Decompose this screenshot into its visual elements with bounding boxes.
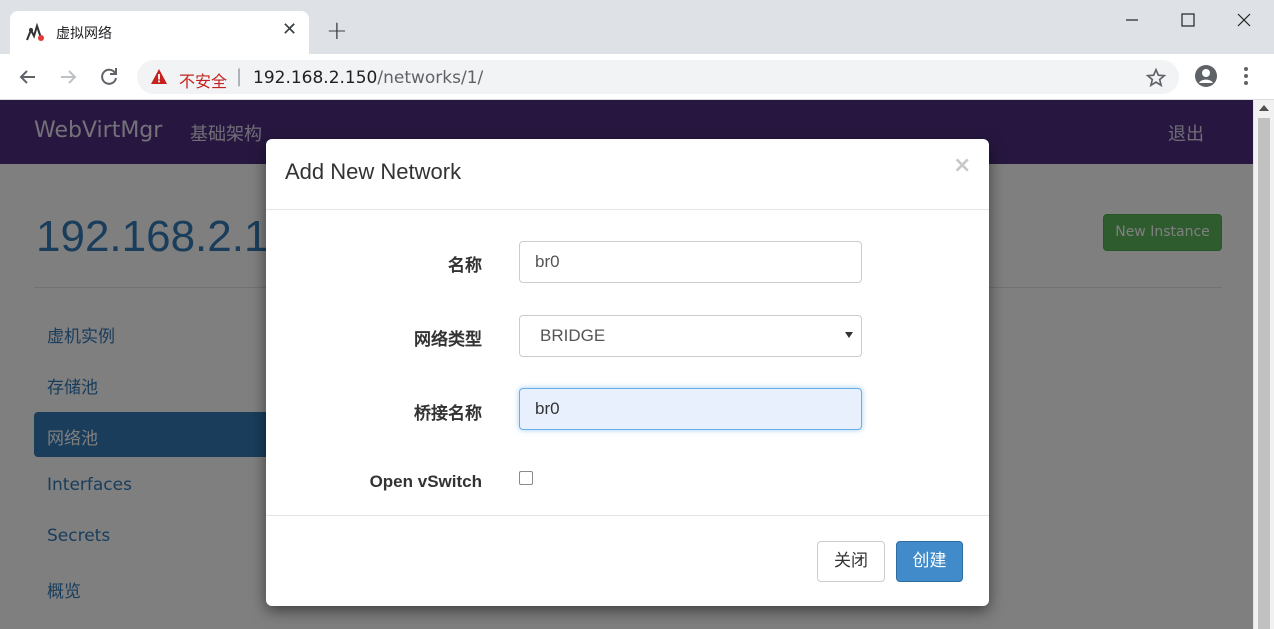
tab-close-icon[interactable]: ✕ [282,20,297,40]
name-label: 名称 [448,256,482,275]
modal-title: Add New Network [285,159,462,184]
url-text: 192.168.2.150/networks/1/ [253,68,483,88]
bookmark-star-icon[interactable] [1145,67,1167,89]
forward-arrow-icon[interactable] [56,65,80,89]
modal-header: Add New Network × [266,139,989,210]
url-host: 192.168.2.150 [253,68,378,88]
network-type-label: 网络类型 [414,330,482,349]
webvirtmgr-favicon-icon [26,22,44,41]
select-caret-icon [845,332,853,338]
network-type-selected-value: BRIDGE [540,326,606,345]
close-button[interactable]: 关闭 [817,541,885,582]
window-maximize-button[interactable] [1178,10,1198,30]
scroll-up-arrow-icon[interactable] [1259,105,1269,111]
reload-icon[interactable] [97,65,121,89]
browser-tab[interactable]: 虚拟网络 ✕ [10,11,309,54]
window-close-button[interactable] [1234,10,1254,30]
security-status-label[interactable]: 不安全 [179,68,227,92]
browser-tab-bar: 虚拟网络 ✕ + [0,0,1274,54]
back-arrow-icon[interactable] [16,65,40,89]
account-icon[interactable] [1194,64,1218,88]
scrollbar-thumb[interactable] [1258,118,1270,629]
warning-triangle-icon [151,69,167,84]
network-type-select[interactable]: BRIDGE [519,315,862,357]
create-button[interactable]: 创建 [896,541,963,582]
modal-footer: 关闭 创建 [266,515,989,606]
page-scrollbar[interactable] [1253,100,1274,629]
url-path: /networks/1/ [377,68,484,88]
address-bar[interactable]: 不安全 | 192.168.2.150/networks/1/ [137,60,1179,94]
network-name-input[interactable]: br0 [519,241,862,283]
open-vswitch-checkbox[interactable] [519,471,533,485]
bridge-name-label: 桥接名称 [414,404,482,423]
tab-title: 虚拟网络 [56,26,112,42]
bridge-name-input[interactable]: br0 [519,388,862,430]
modal-close-icon[interactable]: × [953,155,971,177]
window-minimize-button[interactable] [1122,10,1142,30]
browser-menu-icon[interactable] [1238,64,1254,88]
open-vswitch-label: Open vSwitch [369,472,482,491]
browser-toolbar: 不安全 | 192.168.2.150/networks/1/ [0,54,1274,100]
url-separator: | [236,66,243,87]
add-network-modal: Add New Network × 名称 br0 网络类型 BRIDGE 桥接名… [266,139,989,606]
new-tab-button[interactable]: + [326,18,348,44]
